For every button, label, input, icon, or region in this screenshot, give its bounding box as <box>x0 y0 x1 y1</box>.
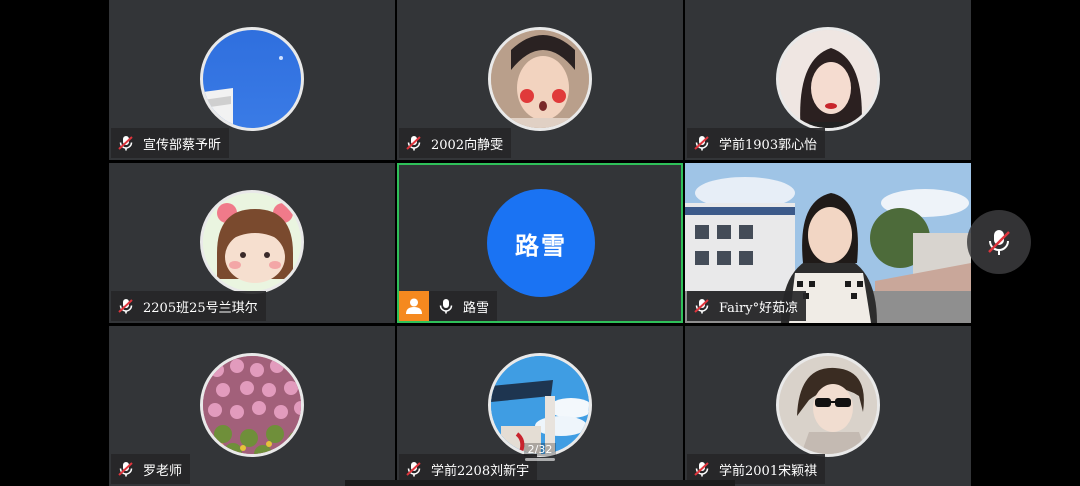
avatar <box>488 27 592 131</box>
avatar <box>200 353 304 457</box>
participant-label: 宣传部蔡予昕 <box>111 128 230 158</box>
mic-muted-icon <box>118 299 133 314</box>
participant-name: 2205班25号兰琪尔 <box>143 300 258 316</box>
participant-name: Fairy°好茹凉 <box>719 300 799 316</box>
mic-muted-icon <box>406 136 421 151</box>
participant-label: 路雪 <box>399 291 498 321</box>
participant-label: 罗老师 <box>111 454 191 484</box>
participant-tile[interactable]: 宣传部蔡予昕 <box>109 0 395 160</box>
page-indicator: 2/32 <box>524 443 556 456</box>
page-indicator-bar <box>525 458 555 461</box>
avatar <box>200 190 304 294</box>
participant-name: 罗老师 <box>143 463 183 479</box>
video-grid: 宣传部蔡予昕 2002向静雯 学前1903郭心怡 2205班25号兰琪尔 路雪 … <box>109 0 971 486</box>
mic-muted-icon <box>406 462 421 477</box>
bottom-bar <box>345 480 735 486</box>
avatar <box>200 27 304 131</box>
mic-muted-icon <box>694 299 709 314</box>
participant-name: 学前2208刘新宇 <box>431 463 530 479</box>
avatar <box>776 353 880 457</box>
participant-name: 学前1903郭心怡 <box>719 137 818 153</box>
person-icon <box>406 298 422 314</box>
participant-tile[interactable]: 学前2208刘新宇 <box>397 326 683 486</box>
participant-tile[interactable]: 学前1903郭心怡 <box>685 0 971 160</box>
participant-tile-video[interactable]: Fairy°好茹凉 <box>685 163 971 323</box>
mic-muted-icon <box>694 136 709 151</box>
participant-tile-active[interactable]: 路雪 路雪 <box>397 163 683 323</box>
participant-label: 2002向静雯 <box>399 128 512 158</box>
participant-tile[interactable]: 2002向静雯 <box>397 0 683 160</box>
mic-muted-icon <box>118 462 133 477</box>
mic-icon <box>439 299 453 314</box>
mic-muted-icon <box>988 230 1010 255</box>
participant-tile[interactable]: 罗老师 <box>109 326 395 486</box>
participant-name: 路雪 <box>463 300 490 316</box>
participant-label: 学前1903郭心怡 <box>687 128 826 158</box>
participant-label: Fairy°好茹凉 <box>687 291 807 321</box>
participant-name: 学前2001宋颖祺 <box>719 463 818 479</box>
mic-muted-icon <box>694 462 709 477</box>
participant-tile[interactable]: 2205班25号兰琪尔 <box>109 163 395 323</box>
avatar <box>488 353 592 457</box>
participant-name: 2002向静雯 <box>431 137 504 153</box>
avatar <box>776 27 880 131</box>
participant-tile[interactable]: 学前2001宋颖祺 <box>685 326 971 486</box>
participant-label: 2205班25号兰琪尔 <box>111 291 266 321</box>
initials-avatar: 路雪 <box>487 189 595 297</box>
host-badge <box>399 291 429 321</box>
participant-name: 宣传部蔡予昕 <box>143 137 222 153</box>
mute-toggle-button[interactable] <box>967 210 1031 274</box>
mic-muted-icon <box>118 136 133 151</box>
